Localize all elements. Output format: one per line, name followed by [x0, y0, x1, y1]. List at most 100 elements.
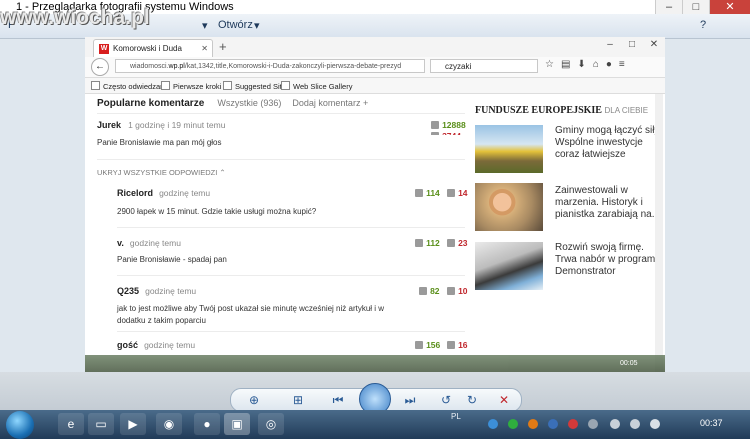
vote-down[interactable]: 16: [447, 339, 468, 351]
sidebar-item-text[interactable]: Zainwestowali w marzenia. Historyk i pia…: [555, 185, 665, 221]
search-input[interactable]: czyzaki: [430, 59, 538, 73]
media-player-icon[interactable]: ▶: [120, 413, 146, 435]
browser-close-icon[interactable]: ✕: [643, 37, 665, 53]
previous-icon[interactable]: ⏮: [329, 391, 347, 409]
bookmark-item[interactable]: Web Slice Gallery: [281, 81, 352, 91]
reply-header: Ricelord godzinę temu: [117, 187, 210, 199]
sidebar-title-text: FUNDUSZE EUROPEJSKIE: [475, 105, 602, 116]
all-comments-link[interactable]: Wszystkie (936): [217, 98, 281, 108]
download-icon[interactable]: ⬇: [577, 59, 585, 70]
thumbs-up-icon: [415, 341, 423, 349]
sidebar-title: FUNDUSZE EUROPEJSKIE DLA CIEBIE: [475, 105, 648, 116]
hide-replies-toggle[interactable]: UKRYJ WSZYSTKIE ODPOWIEDZI ⌃: [97, 168, 226, 177]
down-count: 16: [458, 340, 468, 350]
star-icon[interactable]: ☆: [545, 59, 554, 70]
reply-author[interactable]: v.: [117, 238, 124, 248]
rotate-right-icon[interactable]: ↻: [463, 391, 481, 409]
bookmark-item[interactable]: Pierwsze kroki: [161, 81, 221, 91]
bookmark-label: Często odwiedzane: [103, 82, 169, 91]
browser-minimize-icon[interactable]: –: [599, 37, 621, 53]
construction-photo[interactable]: [475, 125, 543, 173]
down-count: 3744: [442, 131, 461, 135]
close-icon[interactable]: ✕: [709, 0, 750, 14]
chat-icon[interactable]: ●: [606, 59, 612, 70]
add-comment-link[interactable]: Dodaj komentarz +: [292, 98, 368, 108]
reply-author[interactable]: Q235: [117, 286, 139, 296]
browser-maximize-icon[interactable]: □: [621, 37, 643, 53]
vote-up[interactable]: 114: [415, 187, 440, 199]
sidebar-item-text[interactable]: Rozwiń swoją firmę. Trwa nabór w program…: [555, 242, 665, 278]
minimize-icon[interactable]: –: [655, 0, 682, 14]
vote-down[interactable]: 14: [447, 187, 468, 199]
reply-author[interactable]: gość: [117, 340, 138, 350]
bookmark-item[interactable]: Często odwiedzane: [91, 81, 168, 91]
down-count: 23: [458, 238, 468, 248]
divider: [97, 113, 465, 114]
vote-down[interactable]: 10: [447, 285, 468, 297]
windows-taskbar: e ▭ ▶ ◉ ● ▣ ◎ PL 00:37: [0, 410, 750, 439]
home-icon[interactable]: ⌂: [593, 59, 599, 70]
tray-icon[interactable]: [528, 419, 538, 429]
tray-icon[interactable]: [610, 419, 620, 429]
page-scrollbar[interactable]: [655, 94, 663, 372]
help-icon[interactable]: ?: [700, 19, 706, 31]
tray-icon[interactable]: [548, 419, 558, 429]
address-bar[interactable]: wiadomosci.wp.pl/kat,1342,title,Komorows…: [115, 59, 425, 73]
tab-close-icon[interactable]: ✕: [201, 40, 208, 58]
couple-photo[interactable]: [475, 183, 543, 231]
thumbs-down-icon: [447, 189, 455, 197]
clipboard-icon[interactable]: ▤: [561, 59, 570, 70]
vote-up[interactable]: 112: [415, 237, 440, 249]
vote-down[interactable]: 23: [447, 237, 468, 249]
reply-text: Panie Bronisławie - spadaj pan: [117, 255, 227, 264]
app-icon[interactable]: ●: [194, 413, 220, 435]
rotate-left-icon[interactable]: ↺: [437, 391, 455, 409]
app-icon[interactable]: ◎: [258, 413, 284, 435]
reply-header: gość godzinę temu: [117, 339, 195, 351]
menu-icon[interactable]: ≡: [619, 59, 625, 70]
up-count: 12888: [442, 120, 466, 130]
ie-icon[interactable]: e: [58, 413, 84, 435]
keyboard-photo[interactable]: [475, 242, 543, 290]
watermark: www.wiocha.pl: [0, 6, 150, 29]
language-indicator[interactable]: PL: [451, 412, 461, 421]
comment-time: 1 godzinę i 19 minut temu: [128, 120, 226, 130]
menu-open[interactable]: Otwórz: [218, 19, 253, 31]
vote-up[interactable]: 82: [419, 285, 440, 297]
browser-tab[interactable]: W Komorowski i Duda zakończ... ✕: [93, 39, 213, 71]
fit-window-icon[interactable]: ⊞: [289, 391, 307, 409]
up-count: 156: [426, 340, 441, 350]
firefox-icon[interactable]: ◉: [156, 413, 182, 435]
zoom-icon[interactable]: ⊕: [245, 391, 263, 409]
wp-logo-icon: W: [99, 44, 109, 54]
new-tab-icon[interactable]: +: [219, 39, 227, 54]
delete-icon[interactable]: ✕: [495, 391, 513, 409]
clock[interactable]: 00:37: [700, 418, 723, 428]
viewer-controls-bar: ⊕ ⊞ ⏮ ⏭ ↺ ↻ ✕: [230, 383, 522, 415]
tray-icon[interactable]: [488, 419, 498, 429]
comment-header: Jurek 1 godzinę i 19 minut temu: [97, 119, 225, 131]
comment-author[interactable]: Jurek: [97, 120, 121, 130]
tray-icon[interactable]: [588, 419, 598, 429]
vote-up[interactable]: 156: [415, 339, 440, 351]
back-arrow-icon[interactable]: ←: [91, 58, 109, 76]
reply-author[interactable]: Ricelord: [117, 188, 153, 198]
sidebar-item-text[interactable]: Gminy mogą łączyć siły. Wspólne inwestyc…: [555, 125, 665, 161]
tray-icon[interactable]: [650, 419, 660, 429]
tray-icon[interactable]: [508, 419, 518, 429]
start-button[interactable]: [6, 411, 34, 439]
tray-icon[interactable]: [568, 419, 578, 429]
photo-viewer-icon[interactable]: ▣: [224, 413, 250, 435]
divider: [117, 227, 465, 228]
explorer-icon[interactable]: ▭: [88, 413, 114, 435]
bookmarks-bar: Często odwiedzane Pierwsze kroki Suggest…: [85, 78, 665, 94]
menu-dropdown-arrow[interactable]: ▾: [202, 19, 208, 32]
vote-down[interactable]: 3744: [431, 130, 461, 135]
tray-icon[interactable]: [630, 419, 640, 429]
thumbs-down-icon: [447, 287, 455, 295]
maximize-icon[interactable]: □: [682, 0, 709, 14]
comments-header: Popularne komentarze Wszystkie (936) Dod…: [97, 97, 368, 109]
next-icon[interactable]: ⏭: [401, 391, 419, 409]
sidebar-subtitle: DLA CIEBIE: [604, 106, 649, 115]
bookmark-item[interactable]: Suggested Sites: [223, 81, 290, 91]
